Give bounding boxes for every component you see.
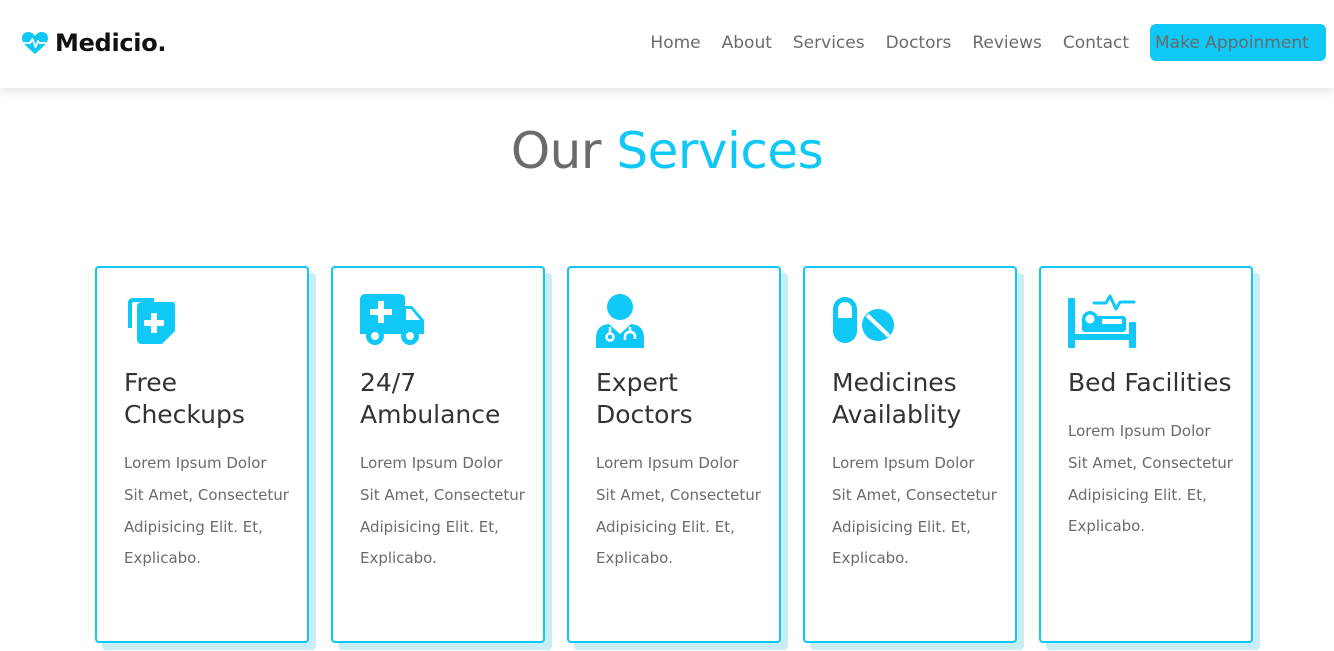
- ambulance-icon: [360, 294, 432, 350]
- nav-home[interactable]: Home: [650, 33, 700, 53]
- service-card-medicines: Medicines Availablity Lorem Ipsum Dolor …: [803, 266, 1017, 643]
- heart-pulse-icon: [22, 32, 48, 54]
- brand-logo[interactable]: Medicio.: [21, 27, 167, 59]
- main-nav: Home About Services Doctors Reviews Cont…: [650, 24, 1326, 61]
- nav-services[interactable]: Services: [793, 33, 865, 53]
- notes-medical-icon: [124, 294, 196, 350]
- service-description: Lorem Ipsum Dolor Sit Amet, Consectetur …: [124, 454, 289, 568]
- make-appointment-button[interactable]: Make Appoinment: [1150, 24, 1326, 61]
- service-description: Lorem Ipsum Dolor Sit Amet, Consectetur …: [832, 454, 997, 568]
- service-title: 24/7 Ambulance: [360, 368, 501, 429]
- nav-about[interactable]: About: [722, 33, 772, 53]
- brand-name: Medicio.: [55, 29, 167, 57]
- service-card-checkups: Free Checkups Lorem Ipsum Dolor Sit Amet…: [95, 266, 309, 643]
- service-title: Medicines Availablity: [832, 368, 962, 429]
- section-title-accent: Services: [616, 122, 824, 180]
- services-grid: Free Checkups Lorem Ipsum Dolor Sit Amet…: [95, 266, 1253, 643]
- service-title: Free Checkups: [124, 368, 245, 429]
- service-title: Expert Doctors: [596, 368, 693, 429]
- user-doctor-icon: [596, 294, 668, 350]
- service-description: Lorem Ipsum Dolor Sit Amet, Consectetur …: [596, 454, 761, 568]
- procedures-bed-icon: [1068, 294, 1140, 350]
- service-description: Lorem Ipsum Dolor Sit Amet, Consectetur …: [360, 454, 525, 568]
- nav-doctors[interactable]: Doctors: [886, 33, 952, 53]
- service-card-doctors: Expert Doctors Lorem Ipsum Dolor Sit Ame…: [567, 266, 781, 643]
- service-card-ambulance: 24/7 Ambulance Lorem Ipsum Dolor Sit Ame…: [331, 266, 545, 643]
- nav-reviews[interactable]: Reviews: [972, 33, 1042, 53]
- pills-icon: [832, 294, 904, 350]
- section-title-plain: Our: [510, 122, 602, 180]
- section-title: Our Services: [0, 122, 1334, 180]
- site-header: Medicio. Home About Services Doctors Rev…: [0, 0, 1334, 88]
- service-title: Bed Facilities: [1068, 368, 1232, 397]
- service-card-beds: Bed Facilities Lorem Ipsum Dolor Sit Ame…: [1039, 266, 1253, 643]
- nav-contact[interactable]: Contact: [1063, 33, 1129, 53]
- service-description: Lorem Ipsum Dolor Sit Amet, Consectetur …: [1068, 422, 1233, 536]
